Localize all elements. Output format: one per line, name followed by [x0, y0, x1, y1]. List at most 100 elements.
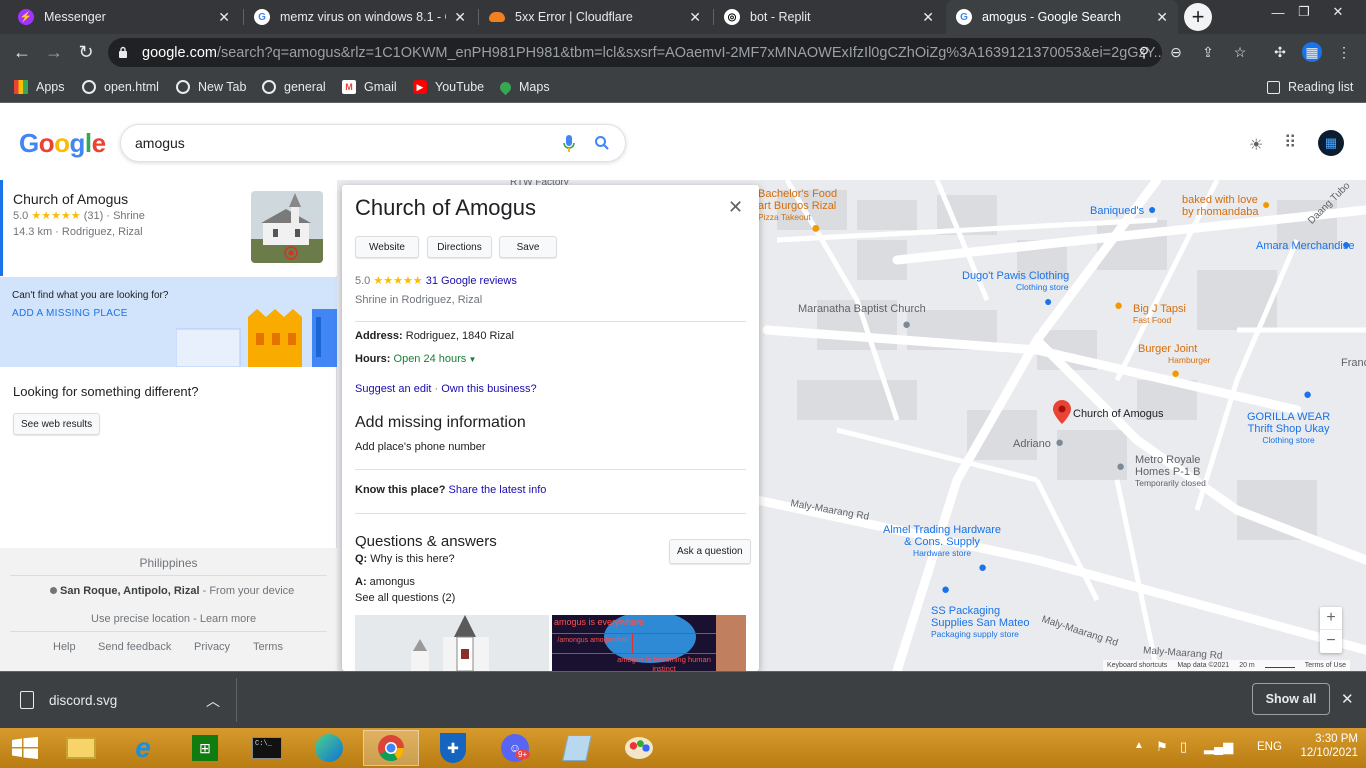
internet-explorer-icon[interactable]: e: [115, 730, 171, 766]
account-avatar[interactable]: ▦: [1318, 130, 1344, 156]
profile-avatar[interactable]: ▦: [1302, 42, 1322, 62]
new-tab-button[interactable]: +: [1184, 3, 1212, 31]
show-hidden-icons[interactable]: ▲: [1134, 740, 1144, 751]
forward-arrow-icon[interactable]: →: [42, 40, 66, 64]
send-feedback-link[interactable]: Send feedback: [98, 641, 171, 653]
church-thumbnail[interactable]: [251, 191, 323, 263]
lock-icon[interactable]: [118, 46, 128, 58]
add-phone-link[interactable]: Add place's phone number: [355, 441, 486, 453]
restore-icon[interactable]: ❐: [1286, 0, 1322, 24]
map-label-almel[interactable]: Almel Trading Hardware & Cons. Supply Har…: [883, 524, 1001, 558]
menu-kebab-icon[interactable]: ⋮: [1334, 42, 1354, 62]
defender-icon[interactable]: ✚: [425, 730, 481, 766]
restaurant-pin-icon[interactable]: ●: [1262, 196, 1270, 212]
map-label-dugo[interactable]: Dugo't Pawis Clothing Clothing store: [962, 270, 1069, 292]
meme-photo[interactable]: amogus is everywhere /amongus amogus ban…: [552, 615, 746, 671]
tab-amogus-search[interactable]: G amogus - Google Search ✕: [946, 0, 1178, 34]
close-icon[interactable]: ✕: [1341, 690, 1354, 708]
map-label-baniqued[interactable]: Baniqued's: [1090, 205, 1144, 217]
bookmark-maps[interactable]: Maps: [497, 77, 550, 97]
tab-messenger[interactable]: ⚡ Messenger ✕: [8, 0, 240, 34]
website-button[interactable]: Website: [355, 236, 419, 258]
download-filename[interactable]: discord.svg: [49, 693, 117, 708]
bookmark-general[interactable]: general: [262, 77, 326, 97]
extensions-icon[interactable]: ✣: [1270, 42, 1290, 62]
place-hours[interactable]: Hours: Open 24 hours ▼: [355, 353, 476, 365]
terms-of-use-link[interactable]: Terms of Use: [1305, 662, 1346, 669]
close-icon[interactable]: ✕: [922, 9, 934, 26]
church-photo[interactable]: [355, 615, 549, 671]
back-arrow-icon[interactable]: ←: [10, 40, 34, 64]
map-label-bigj[interactable]: Big J Tapsi Fast Food: [1133, 303, 1186, 325]
google-logo[interactable]: Google: [19, 128, 106, 159]
clock[interactable]: 3:30 PM 12/10/2021: [1296, 733, 1358, 759]
bookmark-youtube[interactable]: ▶ YouTube: [413, 77, 484, 97]
microphone-icon[interactable]: [563, 135, 575, 153]
terms-link[interactable]: Terms: [253, 641, 283, 653]
map-label-adriano[interactable]: Adriano: [1013, 438, 1051, 450]
close-icon[interactable]: ✕: [454, 9, 466, 26]
add-missing-place-link[interactable]: ADD A MISSING PLACE: [12, 308, 128, 319]
map-label-maranatha[interactable]: Maranatha Baptist Church: [798, 303, 926, 315]
hardware-pin-icon[interactable]: ●: [978, 559, 987, 576]
location-pin-icon[interactable]: ⚲: [1134, 42, 1154, 62]
see-all-questions-link[interactable]: See all questions (2): [355, 592, 455, 604]
church-pin-icon[interactable]: ●: [902, 316, 911, 333]
map-label-ss[interactable]: SS Packaging Supplies San Mateo Packaging…: [931, 605, 1029, 639]
location-pin-icon[interactable]: ●: [1055, 434, 1064, 451]
shopping-pin-icon[interactable]: ●: [1303, 386, 1312, 403]
zoom-icon[interactable]: ⊖: [1166, 42, 1186, 62]
tab-memz[interactable]: G memz virus on windows 8.1 - Go ✕: [244, 0, 476, 34]
bookmark-apps[interactable]: Apps: [14, 77, 65, 97]
search-icon[interactable]: [594, 135, 610, 151]
zoom-out-button[interactable]: −: [1320, 629, 1342, 651]
map-label-baked[interactable]: baked with love by rhomandaba: [1182, 194, 1258, 218]
precise-location-link[interactable]: Use precise location - Learn more: [91, 613, 256, 625]
action-center-flag-icon[interactable]: ⚑: [1156, 739, 1168, 755]
map-label-amara[interactable]: Amara Merchandise: [1256, 240, 1354, 252]
volume-icon[interactable]: 🔈︎: [1228, 739, 1236, 755]
map-label-church[interactable]: Church of Amogus: [1073, 408, 1164, 420]
result-card-church[interactable]: Church of Amogus 5.0 ★★★★★ (31) · Shrine…: [0, 180, 337, 276]
location-pin-icon[interactable]: ●: [1116, 458, 1125, 475]
chevron-up-icon[interactable]: ︿: [206, 691, 220, 711]
notepad-icon[interactable]: [549, 730, 605, 766]
close-window-icon[interactable]: ✕: [1320, 0, 1356, 24]
google-reviews-link[interactable]: 31 Google reviews: [426, 275, 517, 287]
discord-icon[interactable]: ☺ 9+: [487, 730, 543, 766]
edge-icon[interactable]: [301, 730, 357, 766]
restaurant-pin-icon[interactable]: ●: [1114, 297, 1123, 314]
reading-list-button[interactable]: Reading list: [1267, 77, 1353, 97]
zoom-in-button[interactable]: +: [1320, 607, 1342, 629]
apps-grid-icon[interactable]: ⠿: [1284, 133, 1296, 153]
close-icon[interactable]: ✕: [728, 197, 743, 218]
help-link[interactable]: Help: [53, 641, 76, 653]
keyboard-shortcuts-link[interactable]: Keyboard shortcuts: [1107, 662, 1167, 669]
map-label-burger[interactable]: Burger Joint Hamburger: [1138, 343, 1211, 365]
shopping-pin-icon[interactable]: ●: [1342, 236, 1350, 252]
ask-question-button[interactable]: Ask a question: [669, 539, 751, 564]
privacy-link[interactable]: Privacy: [194, 641, 230, 653]
share-icon[interactable]: ⇪: [1198, 42, 1218, 62]
save-button[interactable]: Save: [499, 236, 557, 258]
close-icon[interactable]: ✕: [689, 9, 701, 26]
store-icon[interactable]: ⊞: [177, 730, 233, 766]
bookmark-star-icon[interactable]: ☆: [1230, 42, 1250, 62]
language-indicator[interactable]: ENG: [1257, 741, 1282, 753]
search-input[interactable]: amogus: [120, 124, 626, 162]
brightness-icon[interactable]: ☀: [1249, 135, 1263, 155]
paint-icon[interactable]: [611, 730, 667, 766]
close-icon[interactable]: ✕: [1156, 9, 1168, 26]
battery-icon[interactable]: ▯: [1180, 739, 1187, 755]
restaurant-pin-icon[interactable]: ●: [811, 220, 821, 238]
file-explorer-icon[interactable]: [53, 730, 109, 766]
share-info-link[interactable]: Share the latest info: [449, 484, 547, 496]
tab-cloudflare[interactable]: 5xx Error | Cloudflare ✕: [479, 0, 711, 34]
tab-replit[interactable]: ◎ bot - Replit ✕: [714, 0, 944, 34]
chrome-icon[interactable]: [363, 730, 419, 766]
command-prompt-icon[interactable]: C:\_: [239, 730, 295, 766]
directions-button[interactable]: Directions: [427, 236, 492, 258]
bookmark-gmail[interactable]: M Gmail: [342, 77, 397, 97]
map-label-gorilla[interactable]: GORILLA WEAR Thrift Shop Ukay Clothing st…: [1247, 411, 1330, 445]
bookmark-new-tab[interactable]: New Tab: [176, 77, 246, 97]
